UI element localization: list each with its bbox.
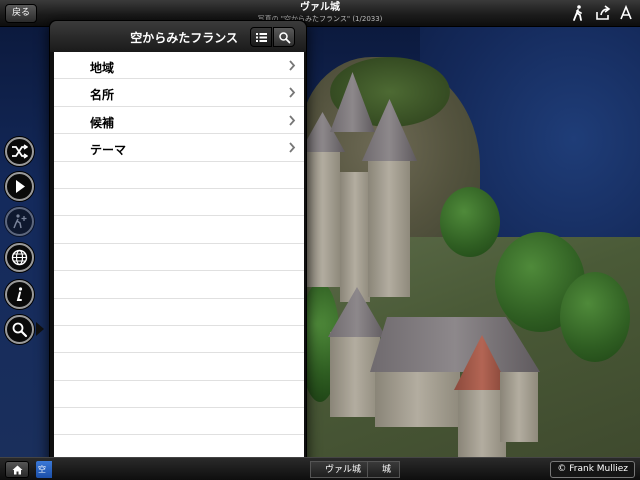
category-list: 地域 名所 候補 テーマ bbox=[54, 52, 304, 469]
castle-tower bbox=[458, 387, 506, 457]
empty-row bbox=[54, 162, 304, 189]
list-item[interactable]: テーマ bbox=[54, 134, 304, 162]
shuffle-button[interactable] bbox=[5, 137, 34, 166]
search-button[interactable] bbox=[5, 315, 34, 344]
page-title: ヴァル城 bbox=[300, 2, 340, 13]
chevron-right-icon bbox=[289, 115, 296, 126]
walk-plus-button[interactable] bbox=[5, 207, 34, 236]
empty-row bbox=[54, 271, 304, 299]
empty-row bbox=[54, 353, 304, 381]
empty-row bbox=[54, 216, 304, 244]
castle-tower bbox=[305, 147, 340, 287]
info-button[interactable] bbox=[5, 280, 34, 309]
breadcrumb-item[interactable]: ヴァル城 bbox=[310, 461, 371, 478]
search-icon bbox=[12, 322, 28, 338]
breadcrumb-item[interactable]: 城 bbox=[367, 461, 401, 478]
empty-row bbox=[54, 299, 304, 326]
popover-arrow bbox=[36, 322, 44, 336]
search-popover: 空からみたフランス 地域 名所 候補 テーマ bbox=[49, 20, 307, 472]
empty-row bbox=[54, 189, 304, 217]
empty-row bbox=[54, 408, 304, 436]
play-button[interactable] bbox=[5, 172, 34, 201]
tree bbox=[560, 272, 630, 362]
popover-header: 空からみたフランス bbox=[50, 21, 306, 52]
photographer-name: Frank Mulliez bbox=[569, 464, 628, 474]
bottom-toolbar: 空 ヴァル城 城 © Frank Mulliez bbox=[0, 457, 640, 480]
play-icon bbox=[16, 180, 25, 193]
chevron-right-icon bbox=[289, 87, 296, 98]
home-button[interactable] bbox=[5, 461, 29, 478]
list-item-label: テーマ bbox=[90, 143, 127, 158]
walk-icon[interactable] bbox=[569, 4, 587, 22]
list-icon bbox=[256, 33, 267, 42]
empty-row bbox=[54, 326, 304, 354]
castle-wing bbox=[330, 332, 380, 417]
chevron-right-icon bbox=[289, 142, 296, 153]
tree bbox=[440, 187, 500, 257]
walk-plus-icon bbox=[13, 214, 27, 229]
text-size-icon[interactable] bbox=[617, 4, 635, 22]
globe-icon bbox=[11, 249, 28, 266]
castle-tower bbox=[368, 157, 410, 297]
home-icon bbox=[12, 465, 23, 475]
list-view-toggle[interactable] bbox=[250, 27, 272, 47]
back-button[interactable]: 戻る bbox=[5, 4, 37, 23]
list-item-label: 名所 bbox=[90, 88, 115, 103]
photo-credit[interactable]: © Frank Mulliez bbox=[550, 461, 635, 478]
breadcrumb-root[interactable]: 空 bbox=[36, 461, 52, 478]
empty-row bbox=[54, 244, 304, 272]
list-item[interactable]: 地域 bbox=[54, 52, 304, 80]
list-item[interactable]: 候補 bbox=[54, 107, 304, 135]
info-icon bbox=[16, 287, 23, 301]
chevron-right-icon bbox=[289, 60, 296, 71]
globe-button[interactable] bbox=[5, 243, 34, 272]
castle-wall bbox=[500, 372, 538, 442]
empty-row bbox=[54, 381, 304, 409]
castle-tower bbox=[340, 172, 370, 302]
copyright-icon: © bbox=[557, 464, 567, 474]
list-item-label: 地域 bbox=[90, 61, 115, 75]
search-view-toggle[interactable] bbox=[273, 27, 295, 47]
list-item-label: 候補 bbox=[90, 115, 115, 130]
list-item[interactable]: 名所 bbox=[54, 79, 304, 107]
share-icon[interactable] bbox=[594, 4, 612, 22]
search-icon bbox=[279, 32, 291, 44]
popover-title: 空からみたフランス bbox=[130, 31, 238, 45]
shuffle-icon bbox=[12, 144, 28, 159]
